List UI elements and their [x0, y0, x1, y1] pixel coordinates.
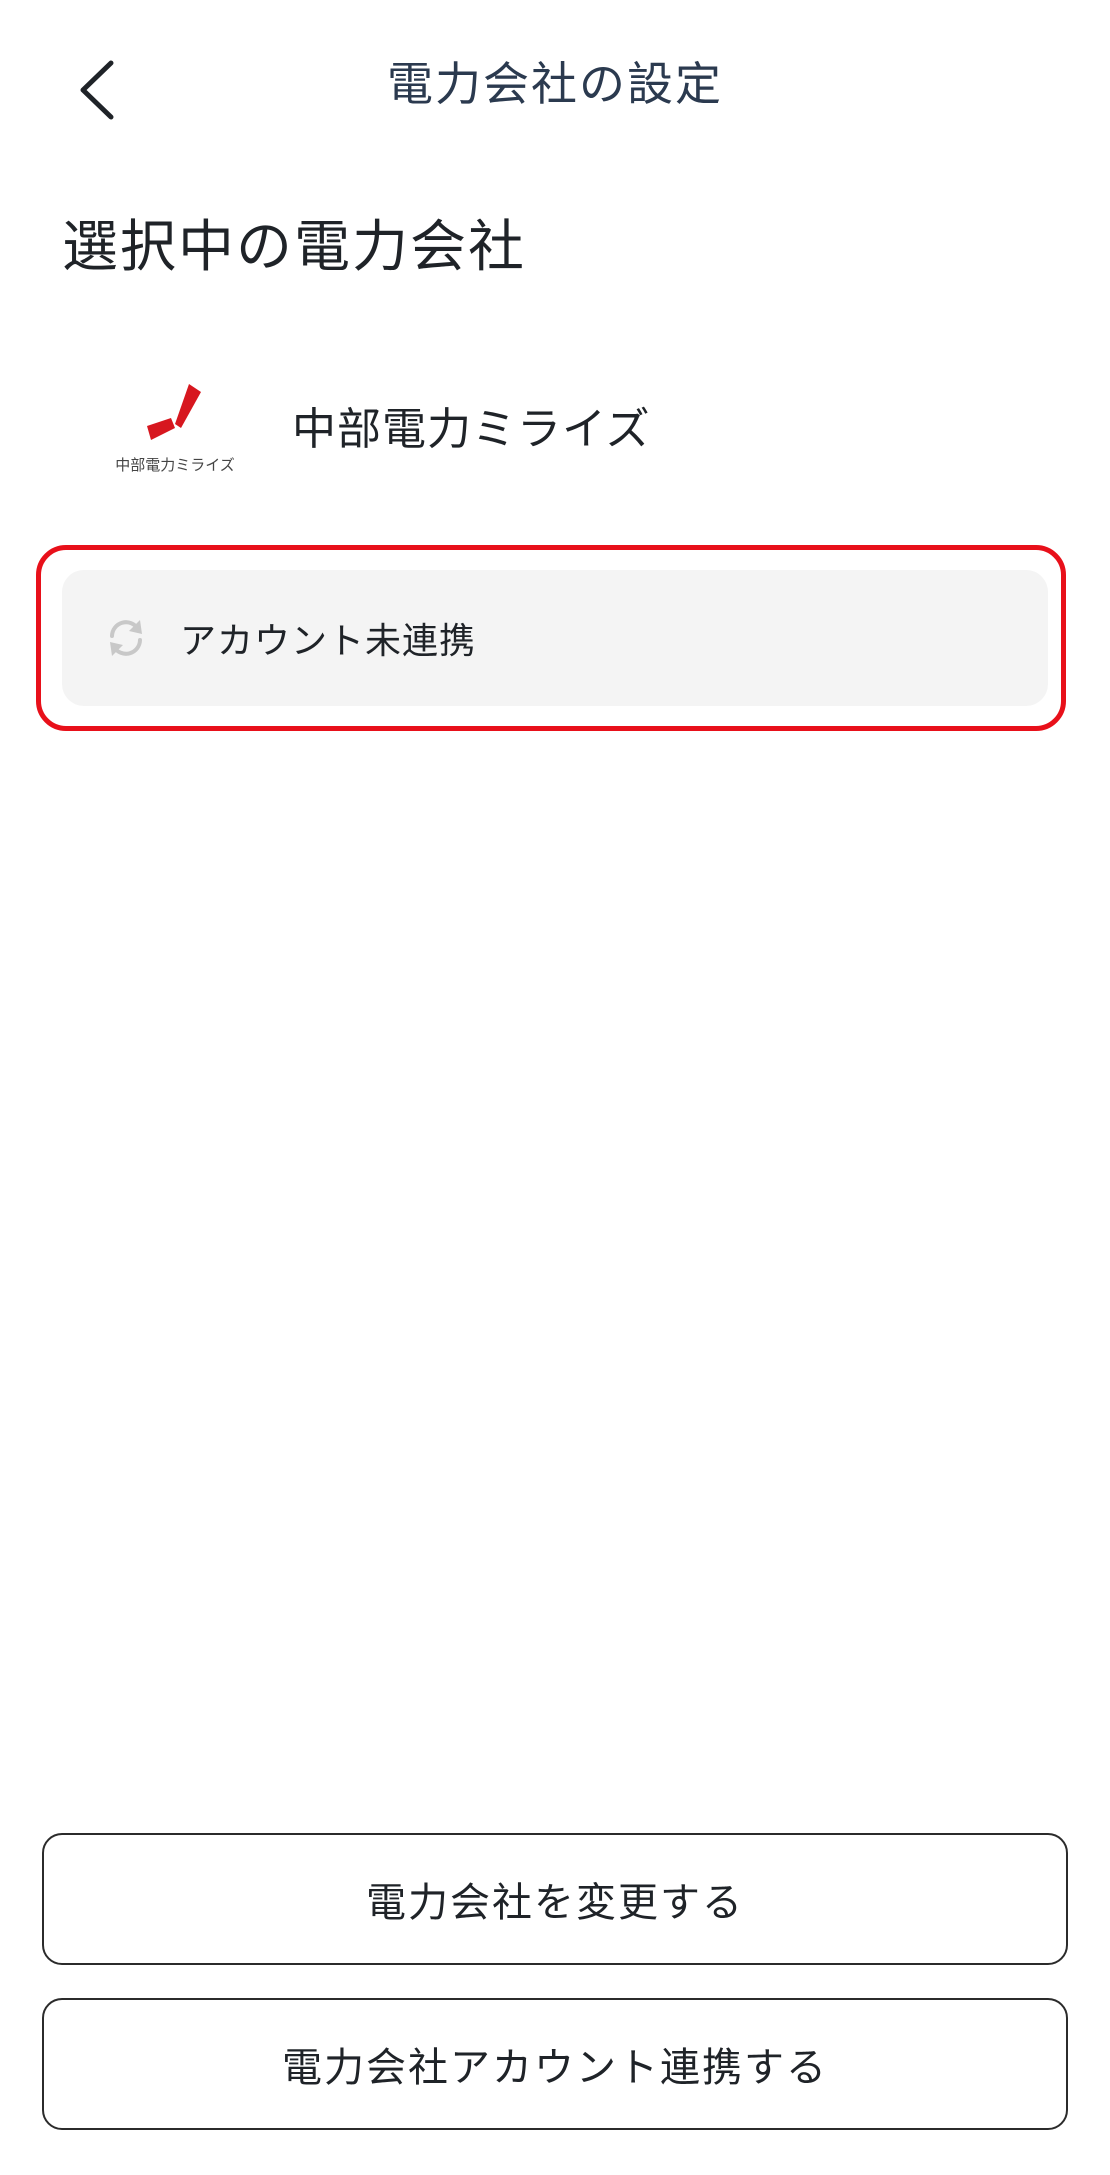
change-provider-button[interactable]: 電力会社を変更する	[42, 1833, 1068, 1965]
provider-logo-text: 中部電力ミライズ	[115, 456, 235, 474]
account-link-status: アカウント未連携	[62, 570, 1048, 706]
page-title: 電力会社の設定	[387, 57, 723, 111]
provider-name: 中部電力ミライズ	[292, 404, 651, 455]
provider-logo-mark-icon	[147, 384, 201, 440]
selected-provider-heading: 選択中の電力会社	[62, 215, 526, 280]
sync-icon	[104, 616, 148, 660]
selected-provider: 中部電力ミライズ 中部電力ミライズ	[100, 370, 1000, 480]
link-account-button[interactable]: 電力会社アカウント連携する	[42, 1998, 1068, 2130]
status-text: アカウント未連携	[180, 621, 477, 662]
provider-logo: 中部電力ミライズ	[100, 370, 250, 480]
app-header: 電力会社の設定	[0, 0, 1110, 170]
